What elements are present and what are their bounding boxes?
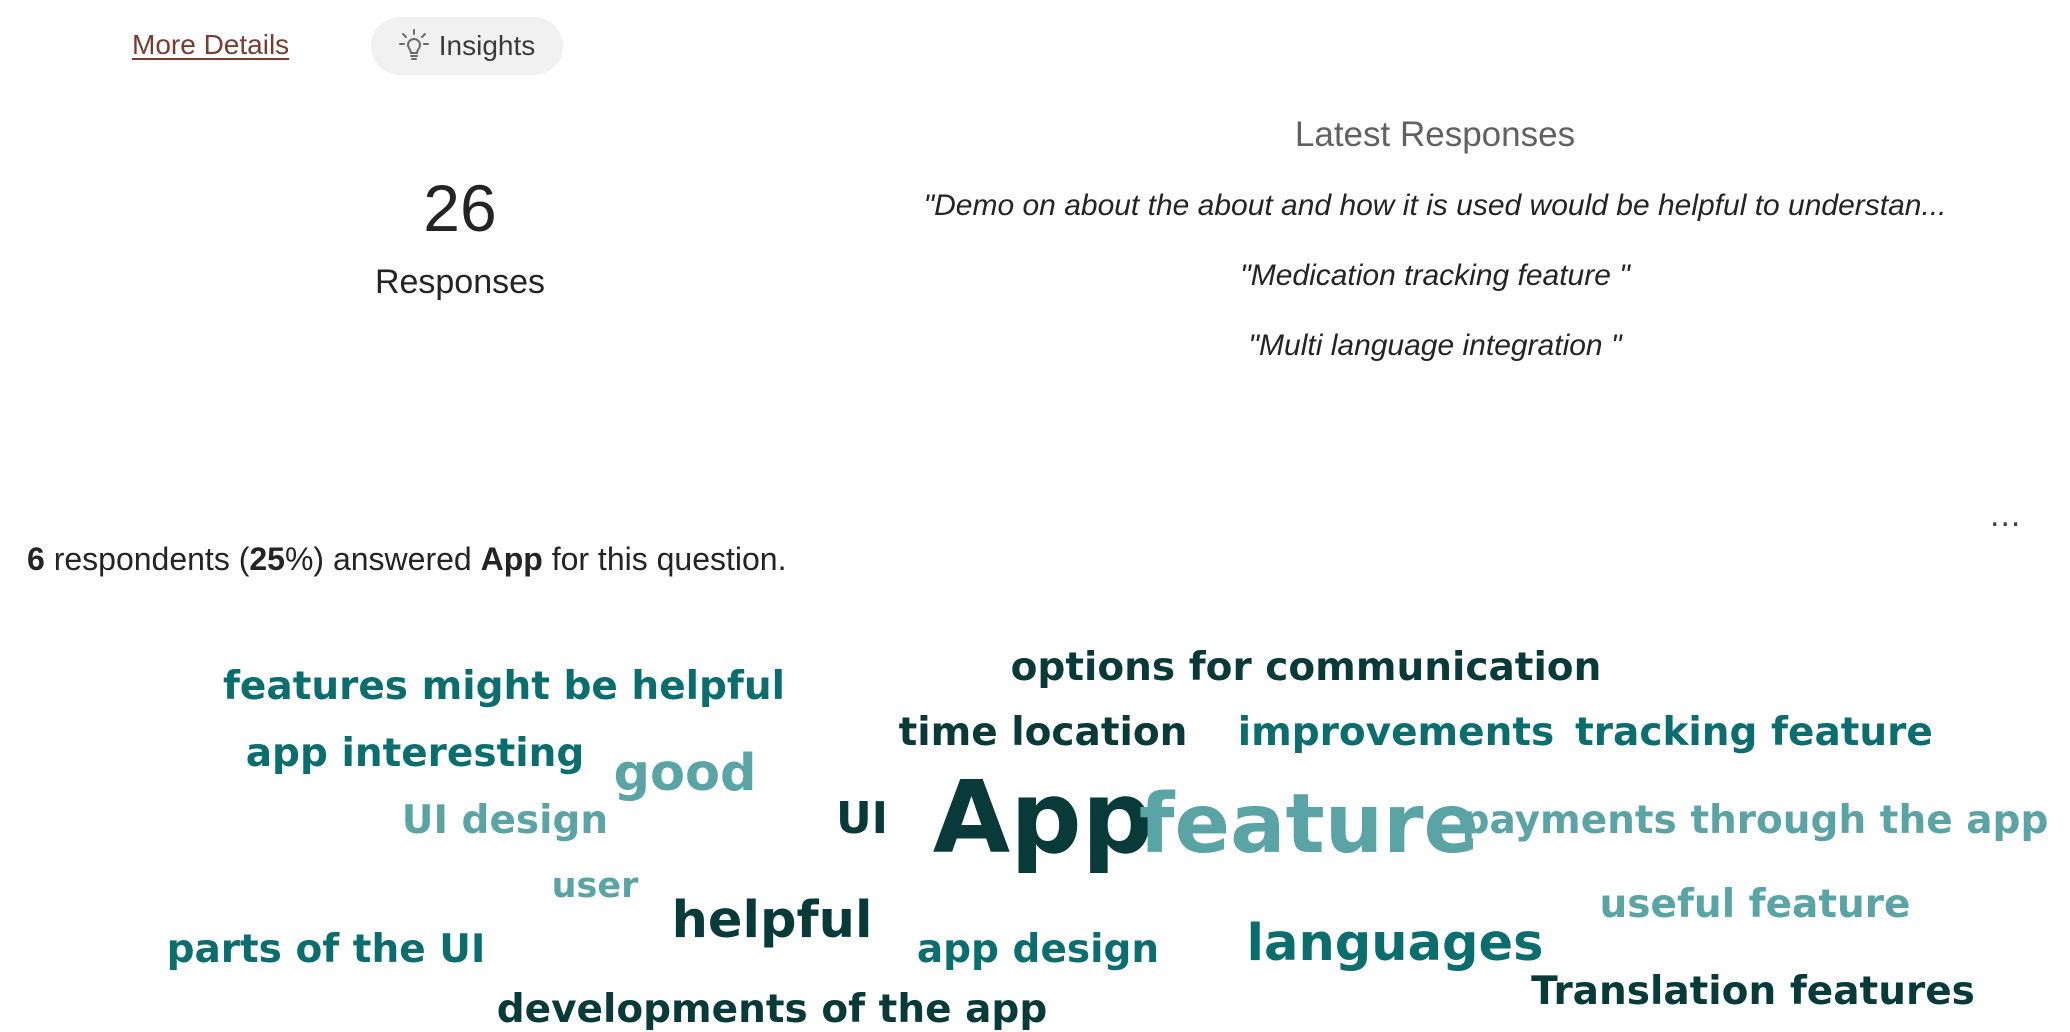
word-cloud-term[interactable]: parts of the UI <box>167 930 486 969</box>
word-cloud-term[interactable]: Translation features <box>1531 972 1975 1011</box>
word-cloud-term[interactable]: time location <box>899 713 1188 752</box>
latest-response-item: "Medication tracking feature " <box>1240 259 1630 292</box>
word-cloud-term[interactable]: developments of the app <box>497 990 1048 1029</box>
word-cloud-term[interactable]: app interesting <box>246 734 585 773</box>
latest-response-item: "Demo on about the about and how it is u… <box>923 189 1947 222</box>
response-count-label: Responses <box>374 263 546 301</box>
latest-responses-title: Latest Responses <box>1294 115 1576 154</box>
word-cloud-term[interactable]: helpful <box>672 895 873 946</box>
word-cloud-term[interactable]: useful feature <box>1600 885 1911 924</box>
word-cloud-term[interactable]: features might be helpful <box>223 667 785 706</box>
word-cloud-term[interactable]: user <box>552 869 639 904</box>
more-details-link[interactable]: More Details <box>132 29 289 61</box>
latest-response-item: "Multi language integration " <box>1248 329 1622 362</box>
word-cloud-term[interactable]: payments through the app <box>1462 801 2049 840</box>
summary-text: for this question. <box>542 541 787 577</box>
respondent-count: 6 <box>27 541 45 577</box>
word-cloud-term[interactable]: feature <box>1139 784 1479 866</box>
response-count: 26 <box>423 171 497 245</box>
summary-text: respondents ( <box>44 541 250 577</box>
insights-label: Insights <box>438 30 536 61</box>
word-cloud-term[interactable]: languages <box>1247 918 1544 969</box>
word-cloud-term[interactable]: tracking feature <box>1575 713 1933 752</box>
keyword-summary: 6 respondents (25%) answered App for thi… <box>27 541 786 578</box>
more-options-button[interactable]: ... <box>1990 498 2021 532</box>
insights-button[interactable]: Insights <box>371 17 563 75</box>
latest-responses-panel: Latest Responses "Demo on about the abou… <box>820 115 2050 381</box>
word-cloud-term[interactable]: app design <box>917 930 1159 969</box>
word-cloud-term[interactable]: UI <box>836 797 888 841</box>
lightbulb-icon <box>398 29 429 63</box>
response-count-panel: 26 Responses <box>300 175 620 302</box>
selected-keyword: App <box>480 541 543 577</box>
respondent-percent: 25 <box>249 541 285 577</box>
word-cloud-term[interactable]: options for communication <box>1011 648 1602 687</box>
summary-text: %) answered <box>284 541 481 577</box>
word-cloud-term[interactable]: App <box>933 768 1154 868</box>
word-cloud-term[interactable]: good <box>613 748 756 799</box>
word-cloud-term[interactable]: UI design <box>402 801 608 840</box>
word-cloud-term[interactable]: improvements <box>1238 713 1555 752</box>
